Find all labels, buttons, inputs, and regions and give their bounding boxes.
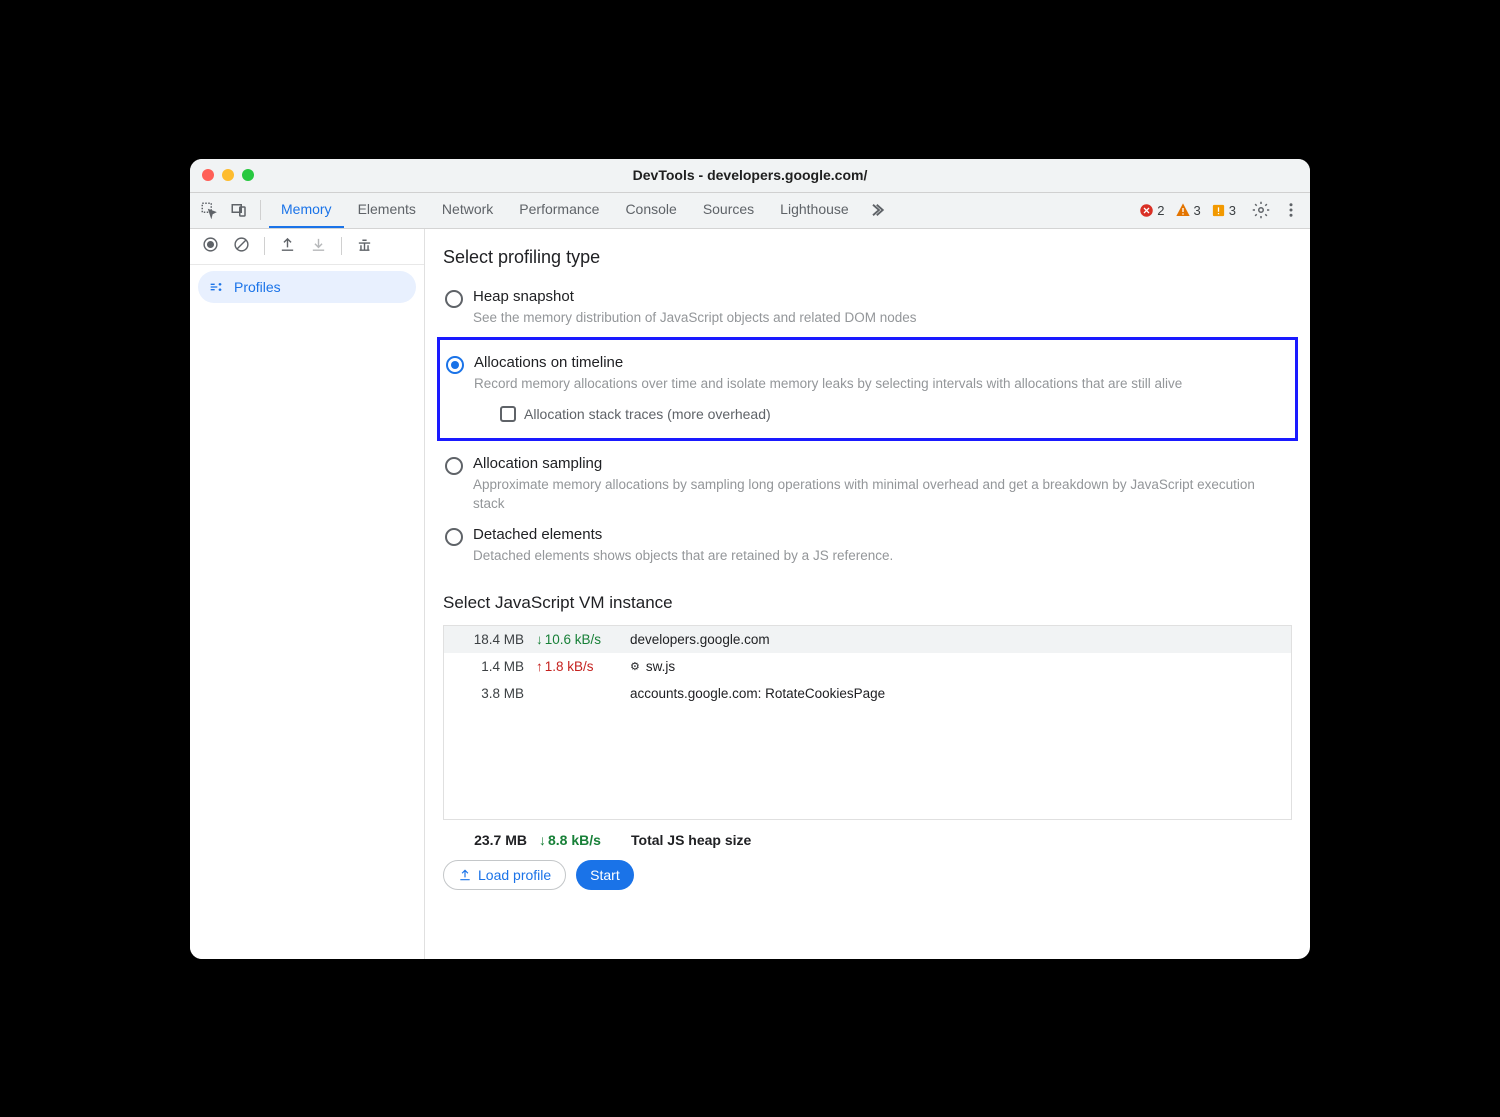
start-button[interactable]: Start [576, 860, 634, 890]
arrow-up-icon: ↑ [536, 659, 543, 674]
vm-instance-list: 18.4 MB ↓10.6 kB/s developers.google.com… [443, 625, 1292, 820]
option-desc: Approximate memory allocations by sampli… [473, 475, 1290, 514]
record-icon[interactable] [202, 236, 219, 256]
radio-icon[interactable] [445, 290, 463, 308]
devtools-tabs: Memory Elements Network Performance Cons… [269, 193, 889, 228]
vm-row[interactable]: 1.4 MB ↑1.8 kB/s ⚙ sw.js [444, 653, 1291, 680]
vm-name: accounts.google.com: RotateCookiesPage [630, 686, 1281, 701]
window-controls [202, 169, 254, 181]
status-indicators: 2 3 3 [1139, 202, 1236, 218]
vm-row[interactable]: 18.4 MB ↓10.6 kB/s developers.google.com [444, 626, 1291, 653]
radio-icon[interactable] [445, 528, 463, 546]
upload-icon[interactable] [279, 236, 296, 256]
sidebar-item-label: Profiles [234, 279, 281, 295]
vm-name: developers.google.com [630, 632, 1281, 647]
total-row: 23.7 MB ↓8.8 kB/s Total JS heap size [443, 820, 1292, 854]
divider [260, 200, 261, 220]
option-allocation-sampling[interactable]: Allocation sampling Approximate memory a… [443, 449, 1292, 520]
vm-size: 1.4 MB [454, 659, 524, 674]
option-allocations-timeline[interactable]: Allocations on timeline Record memory al… [444, 348, 1291, 428]
tab-performance[interactable]: Performance [507, 193, 611, 228]
option-title: Allocation sampling [473, 455, 1290, 472]
gear-icon: ⚙ [630, 660, 640, 673]
option-title: Detached elements [473, 526, 1290, 543]
arrow-down-icon: ↓ [536, 632, 543, 647]
sidebar-toolbar [190, 229, 424, 265]
vm-size: 18.4 MB [454, 632, 524, 647]
window-title: DevTools - developers.google.com/ [190, 167, 1310, 183]
section-heading-vm-instance: Select JavaScript VM instance [443, 593, 1292, 613]
maximize-window-icon[interactable] [242, 169, 254, 181]
devtools-window: DevTools - developers.google.com/ Memory… [190, 159, 1310, 959]
option-desc: Record memory allocations over time and … [474, 374, 1289, 394]
vm-name: ⚙ sw.js [630, 659, 1281, 674]
tab-sources[interactable]: Sources [691, 193, 766, 228]
clear-icon[interactable] [233, 236, 250, 256]
checkbox-icon[interactable] [500, 406, 516, 422]
gc-icon[interactable] [356, 236, 373, 256]
tab-memory[interactable]: Memory [269, 193, 344, 228]
vm-size: 3.8 MB [454, 686, 524, 701]
divider [264, 237, 265, 255]
titlebar: DevTools - developers.google.com/ [190, 159, 1310, 193]
sidebar-item-profiles[interactable]: Profiles [198, 271, 416, 303]
settings-icon[interactable] [1248, 197, 1274, 223]
section-heading-profiling-type: Select profiling type [443, 247, 1292, 268]
option-title: Allocations on timeline [474, 354, 1289, 371]
vm-rate: ↑1.8 kB/s [536, 659, 618, 674]
radio-icon[interactable] [445, 457, 463, 475]
more-tabs-icon[interactable] [863, 197, 889, 223]
warnings-count[interactable]: 3 [1175, 202, 1201, 218]
option-title: Heap snapshot [473, 288, 1290, 305]
option-detached-elements[interactable]: Detached elements Detached elements show… [443, 520, 1292, 572]
tab-elements[interactable]: Elements [346, 193, 428, 228]
errors-count[interactable]: 2 [1139, 203, 1164, 218]
kebab-menu-icon[interactable] [1278, 197, 1304, 223]
load-profile-button[interactable]: Load profile [443, 860, 566, 890]
radio-icon[interactable] [446, 356, 464, 374]
highlighted-option-box: Allocations on timeline Record memory al… [437, 337, 1298, 441]
tab-network[interactable]: Network [430, 193, 505, 228]
divider [341, 237, 342, 255]
arrow-down-icon: ↓ [539, 832, 546, 848]
action-buttons: Load profile Start [443, 860, 1292, 890]
vm-rate: ↓10.6 kB/s [536, 632, 618, 647]
close-window-icon[interactable] [202, 169, 214, 181]
issues-count[interactable]: 3 [1211, 203, 1236, 218]
sidebar: Profiles [190, 229, 425, 959]
download-icon[interactable] [310, 236, 327, 256]
inspect-element-icon[interactable] [196, 197, 222, 223]
tab-console[interactable]: Console [613, 193, 688, 228]
device-toolbar-icon[interactable] [226, 197, 252, 223]
total-label: Total JS heap size [631, 832, 751, 848]
option-desc: Detached elements shows objects that are… [473, 546, 1290, 566]
option-heap-snapshot[interactable]: Heap snapshot See the memory distributio… [443, 282, 1292, 334]
allocation-stack-traces-checkbox[interactable]: Allocation stack traces (more overhead) [500, 406, 1289, 422]
vm-row[interactable]: 3.8 MB accounts.google.com: RotateCookie… [444, 680, 1291, 707]
total-rate: ↓8.8 kB/s [539, 832, 619, 848]
devtools-tabbar: Memory Elements Network Performance Cons… [190, 193, 1310, 229]
panel-body: Profiles Select profiling type Heap snap… [190, 229, 1310, 959]
tab-lighthouse[interactable]: Lighthouse [768, 193, 861, 228]
option-desc: See the memory distribution of JavaScrip… [473, 308, 1290, 328]
total-size: 23.7 MB [447, 832, 527, 848]
main-panel: Select profiling type Heap snapshot See … [425, 229, 1310, 959]
minimize-window-icon[interactable] [222, 169, 234, 181]
checkbox-label: Allocation stack traces (more overhead) [524, 406, 771, 422]
